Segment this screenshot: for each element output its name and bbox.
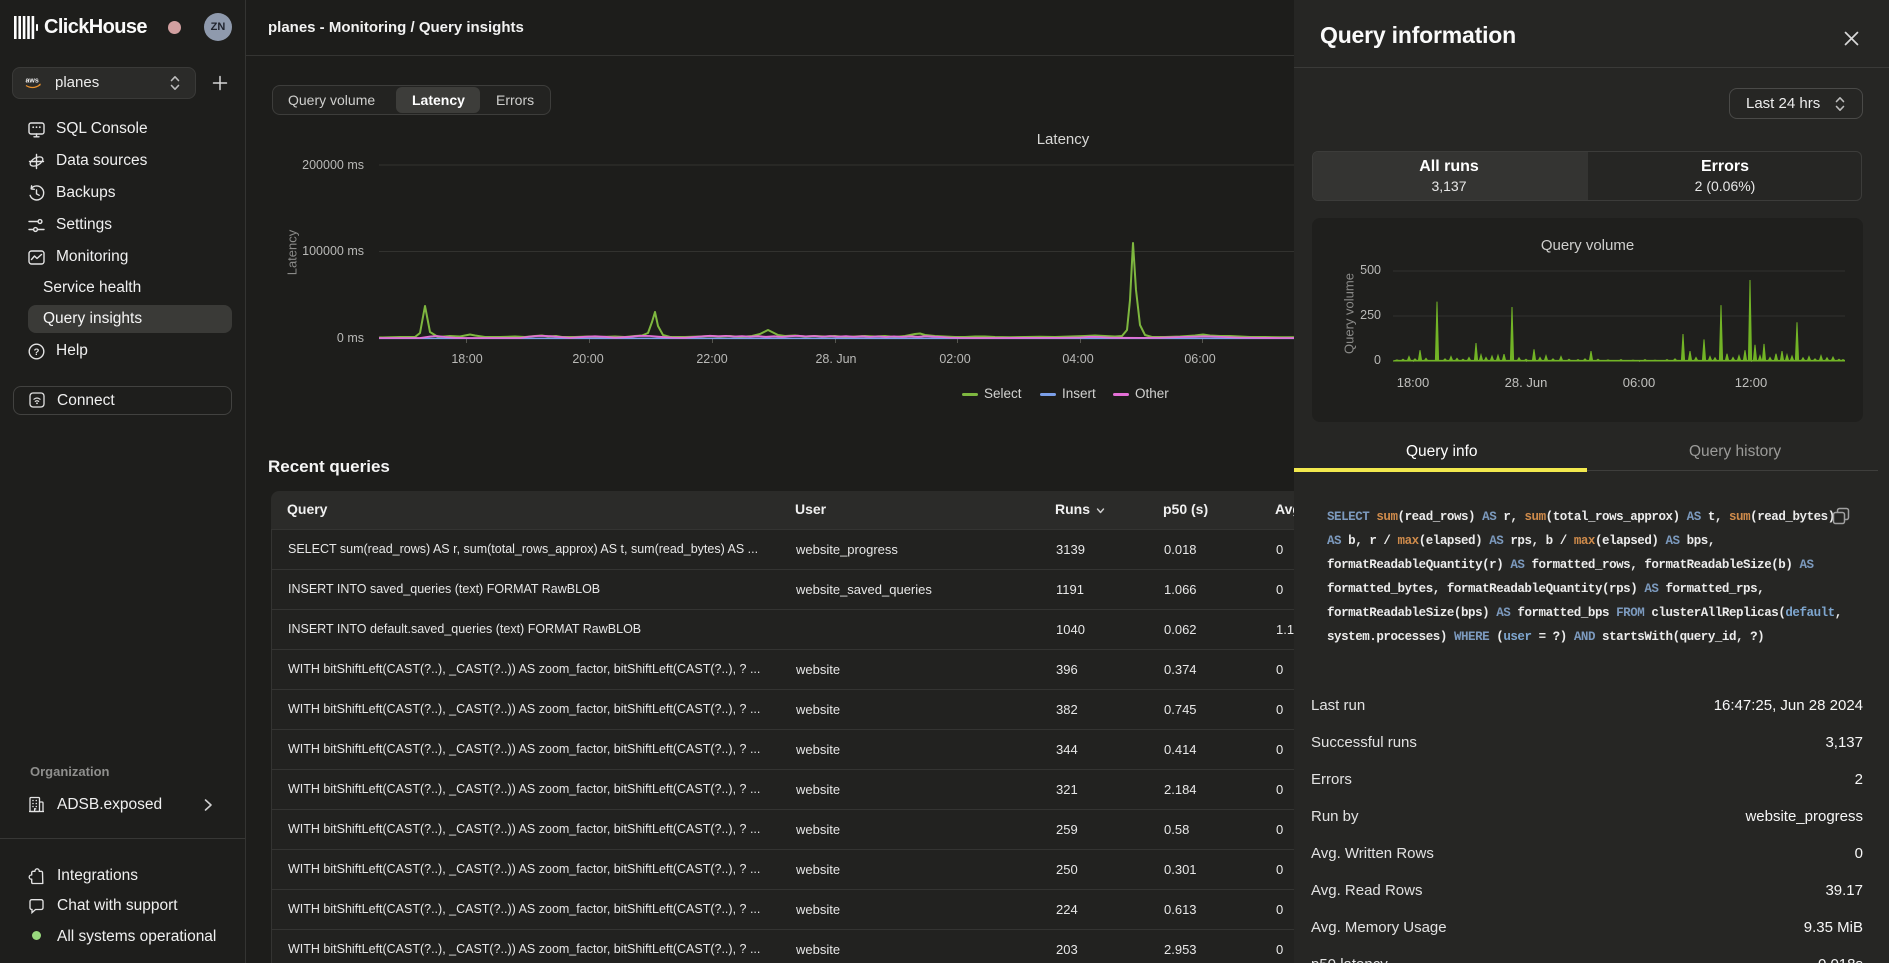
svg-text:aws: aws	[26, 78, 39, 85]
svg-text:?: ?	[34, 347, 40, 358]
